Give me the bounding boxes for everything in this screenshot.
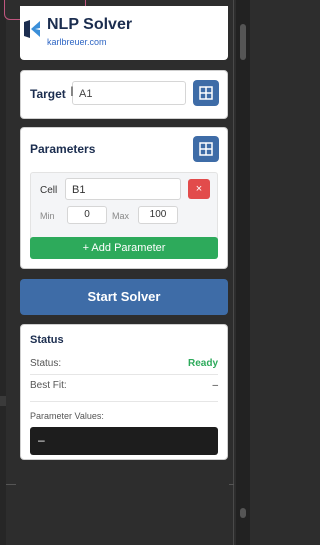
add-parameter-button[interactable]: + Add Parameter: [30, 237, 218, 259]
scrollbar-thumb-lower[interactable]: [240, 508, 246, 518]
cell-input[interactable]: B1: [65, 178, 181, 200]
status-title: Status: [30, 334, 64, 346]
start-solver-button[interactable]: Start Solver: [20, 279, 228, 315]
status-value: Ready: [187, 358, 218, 369]
target-card: Target A1 I: [20, 70, 228, 119]
status-divider: [30, 374, 218, 375]
pane-divider[interactable]: [233, 0, 234, 545]
max-label: Max: [112, 211, 130, 221]
app-header: NLP Solver karlbreuer.com: [20, 6, 228, 60]
parameters-card: Parameters Cell B1 × Min 0 Max 100 + Add…: [20, 127, 228, 269]
remove-parameter-button[interactable]: ×: [188, 179, 210, 199]
parameter-values-label: Parameter Values:: [30, 411, 104, 421]
left-separator: [6, 484, 16, 485]
select-parameters-button[interactable]: [193, 136, 219, 162]
bestfit-divider: [30, 401, 218, 402]
min-label: Min: [40, 211, 55, 221]
scrollbar-track[interactable]: [236, 0, 250, 545]
bestfit-value: –: [212, 380, 218, 391]
parameter-values-output: –: [30, 427, 218, 455]
right-separator: [229, 484, 234, 485]
parameters-title: Parameters: [30, 142, 96, 156]
min-input[interactable]: 0: [67, 206, 107, 224]
bestfit-label: Best Fit:: [30, 380, 67, 391]
scrollbar-thumb[interactable]: [240, 24, 246, 60]
target-label: Target: [30, 87, 66, 101]
author-link[interactable]: karlbreuer.com: [47, 37, 107, 47]
target-input[interactable]: A1: [72, 81, 186, 105]
left-edge: [0, 0, 6, 545]
text-cursor-icon: I: [70, 83, 74, 99]
close-icon: ×: [195, 183, 203, 195]
solver-logo: [24, 20, 40, 38]
status-card: Status Status: Ready Best Fit: – Paramet…: [20, 324, 228, 460]
grid-icon: [199, 142, 213, 156]
max-input[interactable]: 100: [138, 206, 178, 224]
grid-icon: [199, 86, 213, 100]
status-label: Status:: [30, 358, 62, 369]
app-title: NLP Solver: [47, 16, 133, 33]
cell-label: Cell: [40, 185, 58, 196]
left-notch: [0, 396, 6, 406]
select-target-button[interactable]: [193, 80, 219, 106]
